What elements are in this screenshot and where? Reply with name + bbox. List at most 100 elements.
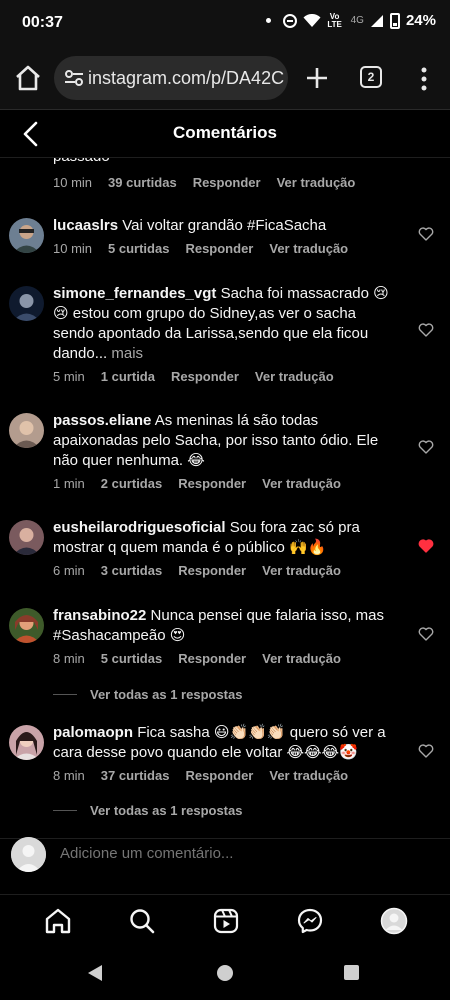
- comment-body: palomaopn Fica sasha 😃👏🏻👏🏻👏🏻 quero só ve…: [53, 723, 398, 763]
- translate-button[interactable]: Ver tradução: [262, 651, 341, 666]
- signal-icon: [370, 14, 383, 27]
- status-bar: 00:37 Vo LTE 4G 24%: [0, 0, 450, 48]
- site-settings-icon[interactable]: [64, 68, 84, 88]
- browser-toolbar: instagram.com/p/DA42C 2: [0, 48, 450, 110]
- like-heart-icon[interactable]: [418, 439, 434, 455]
- comment-likes[interactable]: 5 curtidas: [101, 651, 162, 666]
- battery-percent: 24%: [405, 12, 436, 29]
- see-more-link[interactable]: mais: [111, 345, 143, 362]
- comment-input[interactable]: [60, 845, 420, 862]
- notification-dot-icon: [265, 18, 271, 23]
- comment-time: 5 min: [53, 369, 85, 384]
- url-text[interactable]: instagram.com/p/DA42C: [88, 68, 284, 89]
- reply-button[interactable]: Responder: [178, 563, 246, 578]
- browser-home-icon[interactable]: [12, 62, 44, 94]
- reply-button[interactable]: Responder: [178, 476, 246, 491]
- comment-meta: 8 min 5 curtidas Responder Ver tradução: [53, 651, 357, 666]
- comments-list[interactable]: passado 10 min 39 curtidas Responder Ver…: [0, 158, 450, 838]
- reply-button[interactable]: Responder: [185, 768, 253, 783]
- translate-button[interactable]: Ver tradução: [269, 241, 348, 256]
- translate-button[interactable]: Ver tradução: [277, 175, 356, 190]
- messenger-icon[interactable]: [296, 907, 324, 935]
- liked-heart-icon[interactable]: [418, 538, 434, 554]
- view-replies-label[interactable]: Ver todas as 1 respostas: [90, 803, 242, 818]
- bottom-navigation: [0, 894, 450, 946]
- reels-icon[interactable]: [212, 907, 240, 935]
- comment-likes[interactable]: 1 curtida: [101, 369, 155, 384]
- avatar[interactable]: [9, 520, 44, 555]
- comments-header: Comentários: [0, 110, 450, 158]
- network-type-label: 4G: [350, 15, 364, 26]
- like-heart-icon[interactable]: [418, 743, 434, 759]
- like-heart-icon[interactable]: [418, 226, 434, 242]
- translate-button[interactable]: Ver tradução: [269, 768, 348, 783]
- status-icons: Vo LTE 4G 24%: [265, 11, 436, 29]
- comment-likes[interactable]: 39 curtidas: [108, 175, 177, 190]
- new-tab-icon[interactable]: [303, 62, 331, 94]
- system-recents-icon[interactable]: [344, 965, 359, 980]
- replies-divider: [53, 694, 77, 695]
- add-comment-bar: [0, 837, 450, 894]
- comment-likes[interactable]: 5 curtidas: [108, 241, 169, 256]
- comment-likes[interactable]: 3 curtidas: [101, 563, 162, 578]
- translate-button[interactable]: Ver tradução: [255, 369, 334, 384]
- comment-time: 10 min: [53, 175, 93, 190]
- volte-label: Vo LTE: [327, 11, 342, 29]
- comment-body: simone_fernandes_vgt Sacha foi massacrad…: [53, 284, 398, 364]
- comment-body: passos.eliane As meninas lá são todas ap…: [53, 411, 398, 471]
- tab-switcher-button[interactable]: 2: [360, 66, 382, 88]
- do-not-disturb-icon: [282, 13, 297, 28]
- reply-button[interactable]: Responder: [185, 241, 253, 256]
- current-user-avatar: [11, 837, 46, 872]
- search-icon[interactable]: [128, 907, 156, 935]
- browser-menu-icon[interactable]: [416, 64, 432, 94]
- reply-button[interactable]: Responder: [193, 175, 261, 190]
- like-heart-icon[interactable]: [418, 322, 434, 338]
- comment-time: 6 min: [53, 563, 85, 578]
- comment-likes[interactable]: 37 curtidas: [101, 768, 170, 783]
- comment-username[interactable]: fransabino22: [53, 607, 146, 624]
- avatar[interactable]: [9, 413, 44, 448]
- comment-body: eusheilarodriguesoficial Sou fora zac só…: [53, 518, 398, 558]
- comment-meta: 10 min 5 curtidas Responder Ver tradução: [53, 241, 364, 256]
- comment-username[interactable]: lucaaslrs: [53, 217, 118, 234]
- comment-time: 1 min: [53, 476, 85, 491]
- comment-likes[interactable]: 2 curtidas: [101, 476, 162, 491]
- battery-icon: [389, 12, 400, 29]
- comment-meta: 5 min 1 curtida Responder Ver tradução: [53, 369, 350, 384]
- like-heart-icon[interactable]: [418, 626, 434, 642]
- status-time: 00:37: [22, 14, 63, 31]
- address-bar[interactable]: instagram.com/p/DA42C: [54, 56, 288, 100]
- comment-username[interactable]: simone_fernandes_vgt: [53, 285, 216, 302]
- avatar[interactable]: [9, 286, 44, 321]
- profile-icon[interactable]: [380, 907, 408, 935]
- wifi-icon: [303, 13, 321, 27]
- view-replies-button[interactable]: Ver todas as 1 respostas: [53, 803, 242, 818]
- comment-username[interactable]: passos.eliane: [53, 412, 151, 429]
- comment-username[interactable]: palomaopn: [53, 724, 133, 741]
- translate-button[interactable]: Ver tradução: [262, 476, 341, 491]
- partial-comment-text: passado: [53, 158, 110, 165]
- comment-time: 8 min: [53, 768, 85, 783]
- comment-time: 10 min: [53, 241, 93, 256]
- comment-meta: 6 min 3 curtidas Responder Ver tradução: [53, 563, 357, 578]
- comment-body: lucaaslrs Vai voltar grandão #FicaSacha: [53, 216, 398, 236]
- comment-meta: 1 min 2 curtidas Responder Ver tradução: [53, 476, 357, 491]
- partial-comment-meta: 10 min 39 curtidas Responder Ver traduçã…: [53, 175, 371, 190]
- system-back-icon[interactable]: [88, 965, 102, 981]
- view-replies-label[interactable]: Ver todas as 1 respostas: [90, 687, 242, 702]
- page-title: Comentários: [173, 123, 277, 142]
- system-navigation-bar: [0, 946, 450, 1000]
- translate-button[interactable]: Ver tradução: [262, 563, 341, 578]
- reply-button[interactable]: Responder: [178, 651, 246, 666]
- avatar[interactable]: [9, 725, 44, 760]
- view-replies-button[interactable]: Ver todas as 1 respostas: [53, 687, 242, 702]
- home-icon[interactable]: [44, 907, 72, 935]
- reply-button[interactable]: Responder: [171, 369, 239, 384]
- replies-divider: [53, 810, 77, 811]
- comment-username[interactable]: eusheilarodriguesoficial: [53, 519, 226, 536]
- avatar[interactable]: [9, 218, 44, 253]
- comment-text: Vai voltar grandão #FicaSacha: [122, 217, 327, 234]
- avatar[interactable]: [9, 608, 44, 643]
- system-home-icon[interactable]: [217, 965, 233, 981]
